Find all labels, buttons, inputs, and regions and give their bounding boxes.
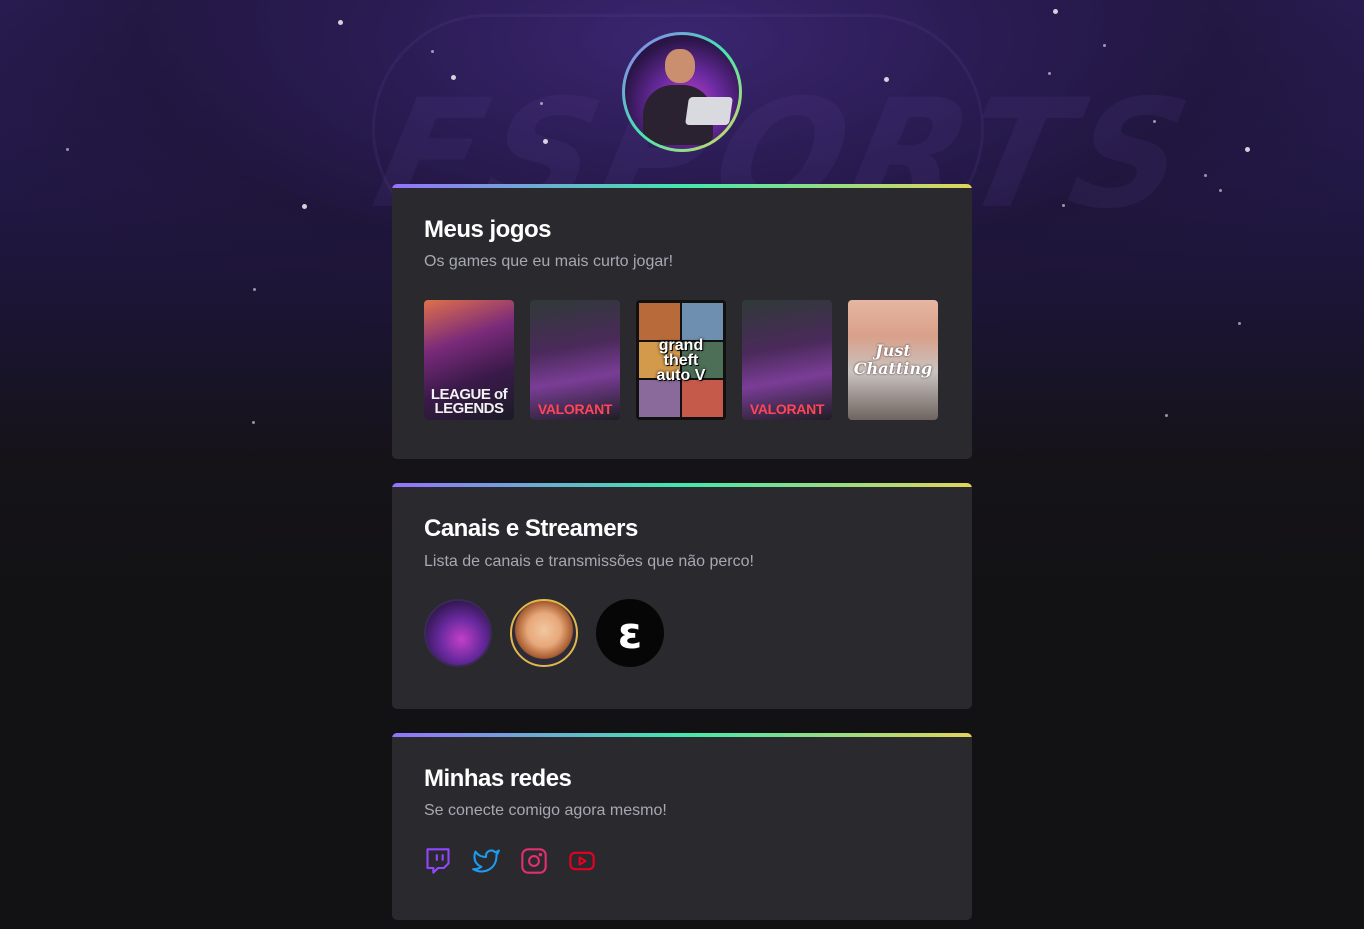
- star: [1204, 174, 1207, 177]
- star: [431, 50, 434, 53]
- youtube-icon[interactable]: [568, 847, 596, 875]
- instagram-icon[interactable]: [520, 847, 548, 875]
- socials-title: Minhas redes: [424, 765, 572, 792]
- profile-avatar[interactable]: [622, 32, 742, 152]
- game-card-league-of-legends[interactable]: LEAGUE of LEGENDS: [424, 300, 514, 420]
- streamers-list: ε: [424, 599, 664, 667]
- profile-avatar-image: [625, 35, 739, 149]
- game-label: grand theft auto V: [656, 336, 706, 384]
- star: [66, 148, 69, 151]
- star: [252, 421, 255, 424]
- streamers-title: Canais e Streamers: [424, 515, 638, 542]
- game-label: Just Chatting: [853, 341, 933, 378]
- star: [338, 20, 343, 25]
- star: [1153, 120, 1156, 123]
- twitter-icon[interactable]: [472, 847, 500, 875]
- games-list: LEAGUE of LEGENDS VALORANT grand theft a…: [424, 300, 938, 420]
- star: [1048, 72, 1051, 75]
- socials-subtitle: Se conecte comigo agora mesmo!: [424, 802, 667, 819]
- game-card-valorant[interactable]: VALORANT: [530, 300, 620, 420]
- star: [1245, 147, 1250, 152]
- star: [1165, 414, 1168, 417]
- streamer-logo-icon: ε: [617, 607, 643, 659]
- games-title: Meus jogos: [424, 216, 552, 243]
- game-label: VALORANT: [537, 401, 613, 417]
- star: [1238, 322, 1241, 325]
- streamer-avatar-3[interactable]: ε: [596, 599, 664, 667]
- game-card-gta-v[interactable]: grand theft auto V: [636, 300, 726, 420]
- streamers-card: Canais e Streamers Lista de canais e tra…: [392, 483, 972, 709]
- star: [1062, 204, 1065, 207]
- twitch-icon[interactable]: [424, 847, 452, 875]
- game-card-just-chatting[interactable]: Just Chatting: [848, 300, 938, 420]
- game-card-valorant-2[interactable]: VALORANT: [742, 300, 832, 420]
- star: [302, 204, 307, 209]
- star: [543, 139, 548, 144]
- socials-card: Minhas redes Se conecte comigo agora mes…: [392, 733, 972, 920]
- streamers-subtitle: Lista de canais e transmissões que não p…: [424, 553, 754, 570]
- games-subtitle: Os games que eu mais curto jogar!: [424, 253, 674, 270]
- streamer-avatar-1[interactable]: [424, 599, 492, 667]
- star: [253, 288, 256, 291]
- game-label: LEAGUE of LEGENDS: [430, 386, 508, 417]
- social-links: [424, 847, 596, 875]
- star: [884, 77, 889, 82]
- star: [1219, 189, 1222, 192]
- games-card: Meus jogos Os games que eu mais curto jo…: [392, 184, 972, 459]
- star: [451, 75, 456, 80]
- star: [1103, 44, 1106, 47]
- star: [540, 102, 543, 105]
- streamer-avatar-2[interactable]: [510, 599, 578, 667]
- star: [1053, 9, 1058, 14]
- game-label: VALORANT: [749, 401, 825, 417]
